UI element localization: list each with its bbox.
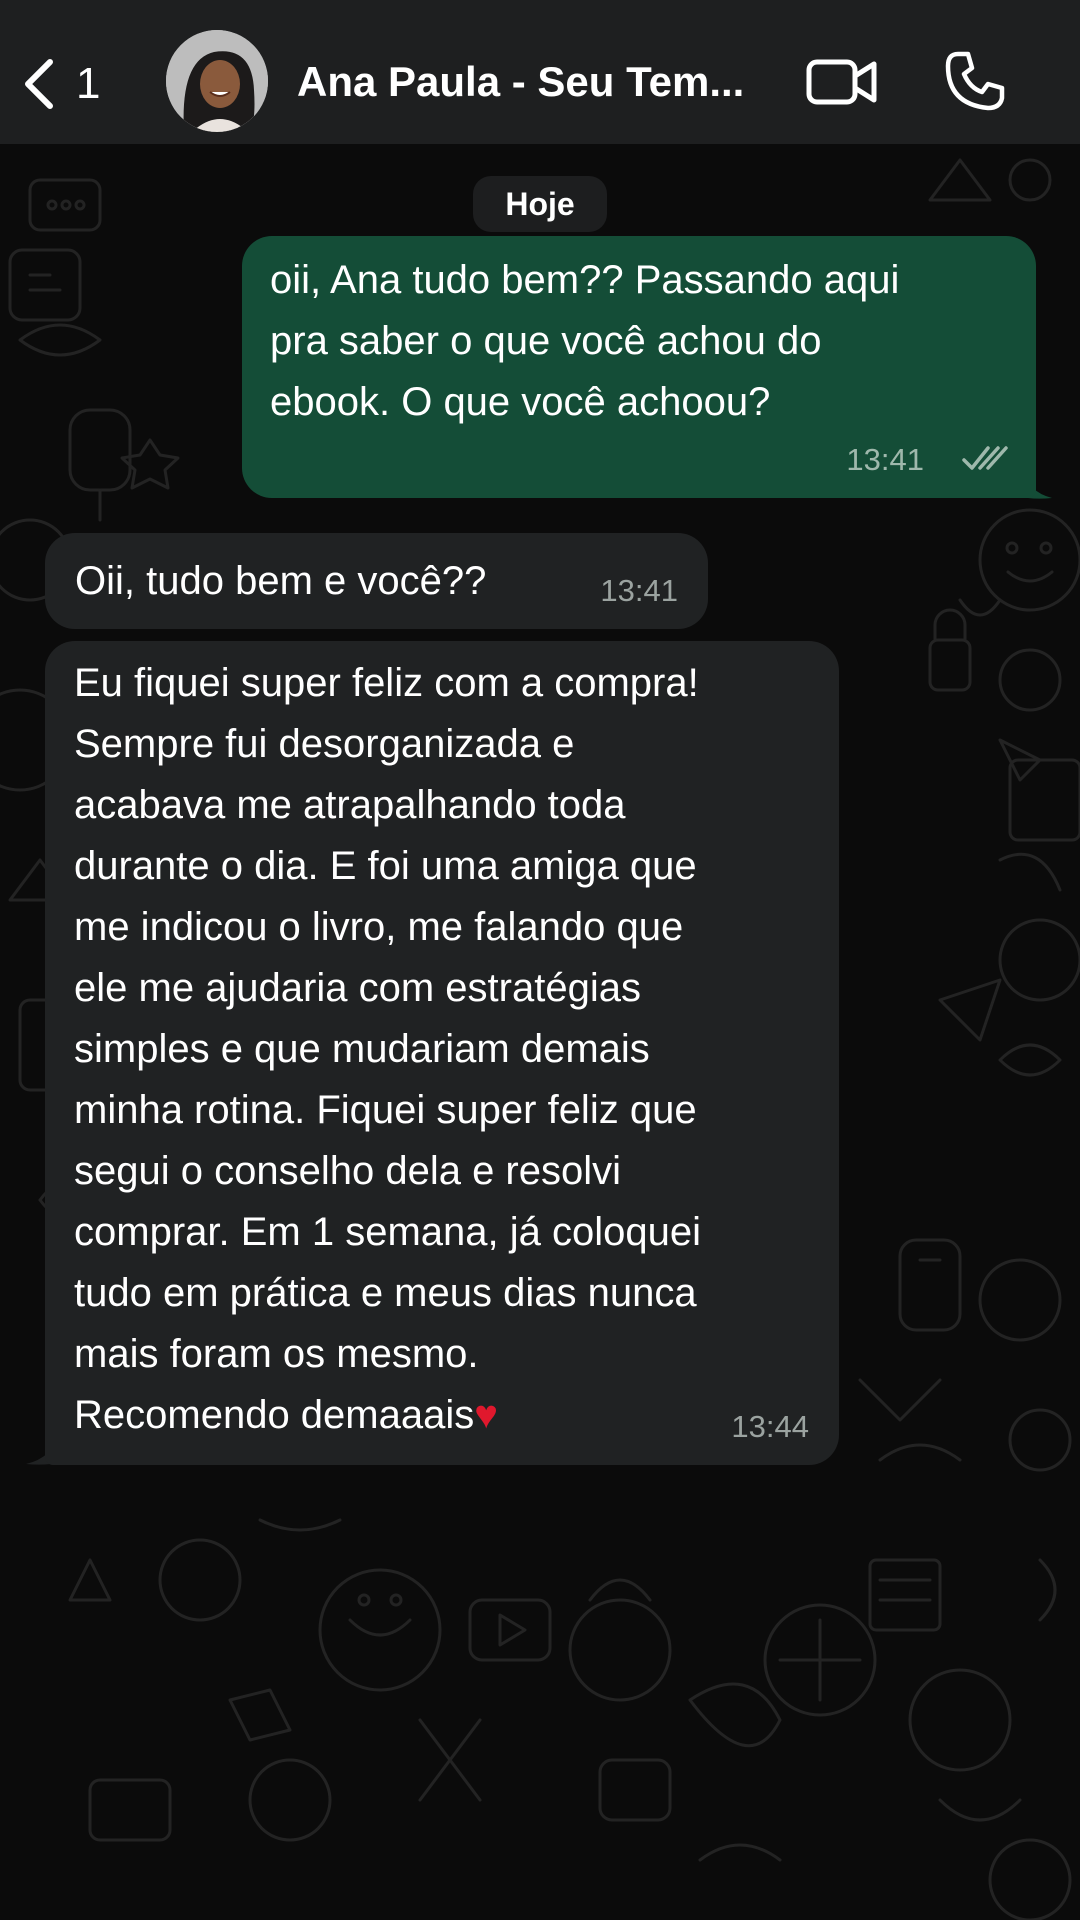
message-bubble-incoming[interactable]: Oii, tudo bem e você?? 13:41 [45, 533, 708, 629]
message-time: 13:41 [600, 573, 678, 608]
date-separator: Hoje [473, 176, 607, 232]
video-camera-icon[interactable] [806, 54, 878, 110]
double-check-icon [962, 446, 1008, 470]
chat-screen: 1 Ana Paula - Seu Tem... Hoje oii, Ana t… [0, 0, 1080, 1920]
back-button[interactable]: 1 [20, 52, 120, 116]
message-body: Eu fiquei super feliz com a compra! Semp… [74, 661, 701, 1437]
message-text: Oii, tudo bem e você?? [75, 559, 487, 603]
message-bubble-outgoing[interactable]: oii, Ana tudo bem?? Passando aqui pra sa… [242, 236, 1036, 498]
avatar[interactable] [166, 30, 268, 132]
unread-count: 1 [76, 59, 101, 108]
message-text: Eu fiquei super feliz com a compra! Semp… [74, 653, 824, 1446]
contact-name[interactable]: Ana Paula - Seu Tem... [297, 54, 767, 110]
chat-header: 1 Ana Paula - Seu Tem... [0, 0, 1080, 144]
avatar-photo [166, 30, 268, 132]
message-bubble-incoming[interactable]: Eu fiquei super feliz com a compra! Semp… [45, 641, 839, 1465]
phone-icon[interactable] [944, 50, 1006, 112]
message-time: 13:44 [731, 1409, 809, 1444]
message-text: oii, Ana tudo bem?? Passando aqui pra sa… [270, 258, 900, 424]
chevron-left-icon [25, 59, 53, 109]
message-time: 13:41 [846, 442, 924, 477]
heart-emoji: ♥ [474, 1393, 498, 1437]
